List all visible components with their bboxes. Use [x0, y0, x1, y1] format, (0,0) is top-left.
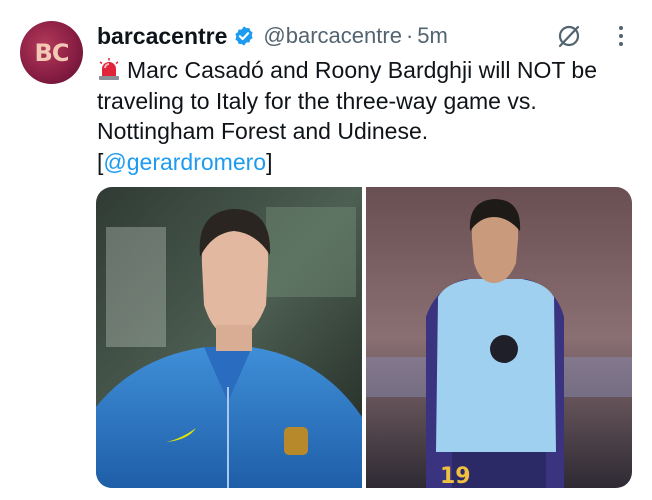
tweet-time[interactable]: 5m — [417, 23, 448, 49]
author-handle[interactable]: @barcacentre — [263, 23, 402, 49]
tweet-header: barcacentre @barcacentre · 5m — [97, 20, 628, 52]
photo-roony-bardghji[interactable]: 19 — [366, 187, 632, 488]
verified-badge-icon — [233, 25, 255, 47]
siren-icon — [97, 57, 121, 81]
mention-link[interactable]: @gerardromero — [103, 149, 266, 175]
avatar-initials: BC — [34, 38, 70, 67]
grok-icon[interactable] — [556, 23, 582, 49]
avatar[interactable]: BC — [20, 21, 83, 84]
more-icon[interactable] — [616, 25, 626, 47]
separator-dot: · — [405, 23, 414, 48]
media-grid: 19 — [96, 187, 632, 488]
photo-marc-casado[interactable] — [96, 187, 362, 488]
tweet-text: Marc Casadó and Roony Bardghji will NOT … — [97, 55, 642, 177]
mention-close-bracket: ] — [266, 148, 273, 175]
svg-text:19: 19 — [440, 464, 471, 488]
tweet-body: Marc Casadó and Roony Bardghji will NOT … — [97, 57, 598, 144]
author-name[interactable]: barcacentre — [97, 23, 227, 50]
